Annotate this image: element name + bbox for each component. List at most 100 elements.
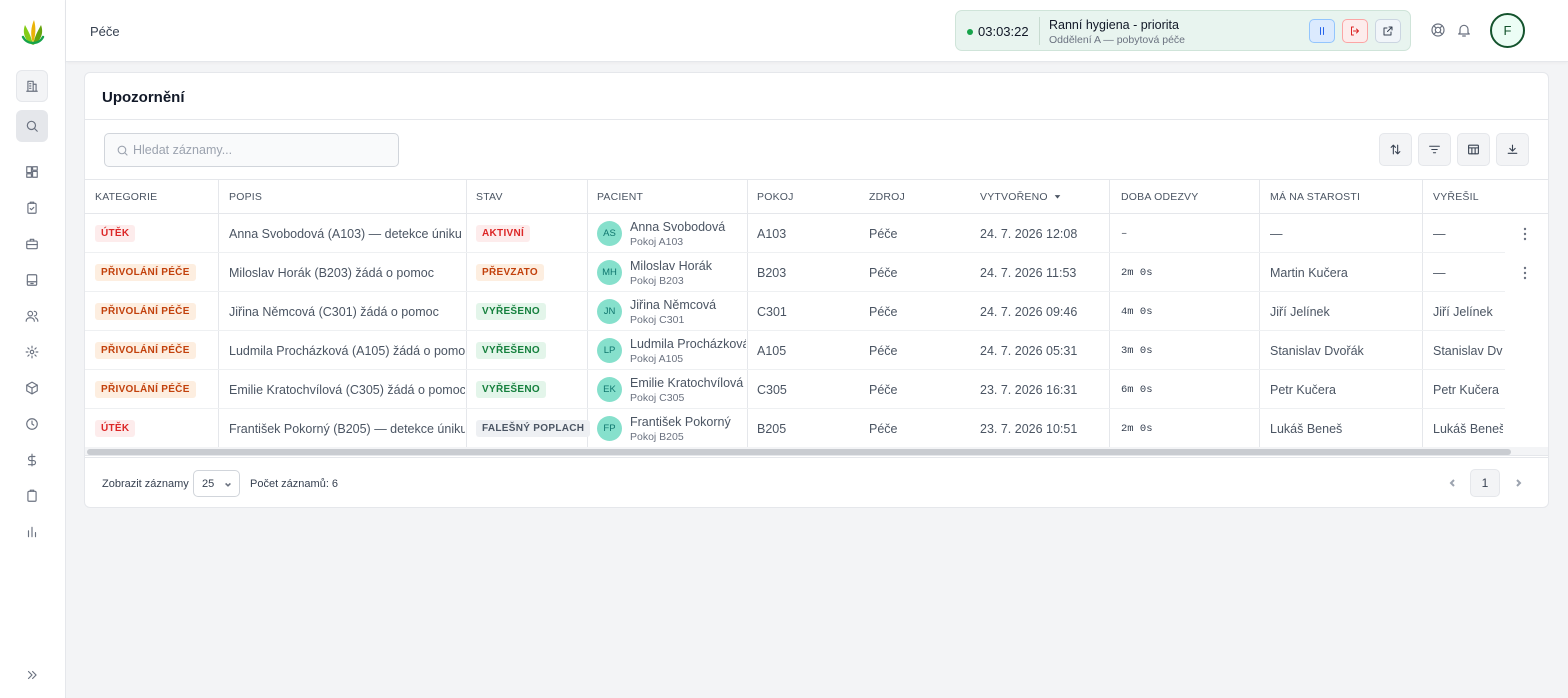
timer-time: 03:03:22: [978, 24, 1029, 39]
patient-avatar: AS: [597, 221, 622, 246]
col-vytvoreno-label: VYTVOŘENO: [980, 191, 1048, 203]
page-size-value: 25: [202, 478, 215, 490]
search-box[interactable]: [104, 133, 399, 167]
download-button[interactable]: [1496, 133, 1529, 166]
clock-icon[interactable]: [16, 408, 48, 440]
response-time: 4m 0s: [1121, 306, 1153, 318]
patient-avatar: FP: [597, 416, 622, 441]
col-zdroj[interactable]: ZDROJ: [869, 191, 905, 203]
page-size-select[interactable]: 25: [193, 470, 240, 497]
response-time: 3m 0s: [1121, 345, 1153, 357]
help-icon[interactable]: [1430, 22, 1448, 40]
sort-button[interactable]: [1379, 133, 1412, 166]
row-menu-icon[interactable]: [1519, 227, 1531, 243]
download-icon: [1507, 144, 1518, 154]
patient-avatar: MH: [597, 260, 622, 285]
breadcrumb[interactable]: Péče: [90, 24, 120, 39]
room: B203: [757, 266, 787, 280]
sidebar: [0, 0, 66, 698]
assignee: —: [1270, 227, 1283, 241]
status-badge: VYŘEŠENO: [476, 381, 546, 398]
search-icon[interactable]: [16, 110, 48, 142]
status-badge: FALEŠNÝ POPLACH: [476, 420, 591, 437]
clipboard-icon[interactable]: [16, 480, 48, 512]
col-vytvoreno[interactable]: VYTVOŘENO: [980, 191, 1061, 203]
created-at: 24. 7. 2026 11:53: [980, 266, 1077, 280]
external-link-icon: [1383, 26, 1393, 36]
table-row[interactable]: ÚTĚK Anna Svobodová (A103) — detekce únik…: [85, 214, 1505, 253]
prev-page-button[interactable]: [1448, 475, 1460, 489]
next-page-button[interactable]: [1513, 475, 1525, 489]
scrollbar-thumb[interactable]: [87, 449, 1511, 455]
category-badge: ÚTĚK: [95, 225, 136, 242]
building-icon[interactable]: [16, 70, 48, 102]
table-row[interactable]: PŘIVOLÁNÍ PÉČE Miloslav Horák (B203) žádá…: [85, 253, 1505, 292]
resolver: Stanislav Dvořák: [1433, 344, 1503, 358]
timer-separator: [1039, 17, 1040, 45]
filter-button[interactable]: [1418, 133, 1451, 166]
assignee: Petr Kučera: [1270, 383, 1337, 397]
col-ma-na-starosti[interactable]: MÁ NA STAROSTI: [1270, 191, 1360, 203]
gear-icon[interactable]: [16, 336, 48, 368]
category-badge: PŘIVOLÁNÍ PÉČE: [95, 342, 196, 359]
filter-icon: [1429, 145, 1440, 154]
table-row[interactable]: ÚTĚK František Pokorný (B205) — detekce ú…: [85, 409, 1505, 448]
table-row[interactable]: PŘIVOLÁNÍ PÉČE Jiřina Němcová (C301) žádá…: [85, 292, 1505, 331]
top-header: Péče 03:03:22 Ranní hygiena - priorita O…: [66, 0, 1568, 62]
patient-name[interactable]: František Pokorný: [630, 415, 746, 429]
col-kategorie[interactable]: KATEGORIE: [95, 191, 157, 203]
col-pokoj[interactable]: POKOJ: [757, 191, 794, 203]
active-task-timer[interactable]: 03:03:22 Ranní hygiena - priorita Odděle…: [955, 10, 1411, 51]
room: C305: [757, 383, 787, 397]
archive-icon[interactable]: [16, 264, 48, 296]
horizontal-scrollbar[interactable]: [85, 447, 1548, 456]
patient-name[interactable]: Emilie Kratochvílová: [630, 376, 746, 390]
row-menu-icon[interactable]: [1519, 266, 1531, 282]
assignee: Lukáš Beneš: [1270, 422, 1343, 436]
stop-task-button[interactable]: [1342, 19, 1368, 43]
user-avatar[interactable]: F: [1490, 13, 1525, 48]
room: A105: [757, 344, 787, 358]
dollar-icon[interactable]: [16, 444, 48, 476]
columns-button[interactable]: [1457, 133, 1490, 166]
search-input[interactable]: [133, 134, 393, 166]
col-doba-odezvy[interactable]: DOBA ODEZVY: [1121, 191, 1198, 203]
room: C301: [757, 305, 787, 319]
pause-button[interactable]: [1309, 19, 1335, 43]
table-row[interactable]: PŘIVOLÁNÍ PÉČE Ludmila Procházková (A105)…: [85, 331, 1505, 370]
col-pacient[interactable]: PACIENT: [597, 191, 643, 203]
dashboard-icon[interactable]: [16, 156, 48, 188]
bell-icon[interactable]: [1456, 22, 1474, 40]
users-icon[interactable]: [16, 300, 48, 332]
patient-avatar: LP: [597, 338, 622, 363]
patient-name[interactable]: Miloslav Horák: [630, 259, 746, 273]
current-page[interactable]: 1: [1470, 469, 1500, 497]
timer-task-subtitle: Oddělení A — pobytová péče: [1049, 34, 1186, 46]
assignee: Martin Kučera: [1270, 266, 1348, 280]
patient-name[interactable]: Anna Svobodová: [630, 220, 746, 234]
resolver: —: [1433, 227, 1446, 241]
expand-sidebar-icon[interactable]: [16, 659, 48, 691]
briefcase-icon[interactable]: [16, 228, 48, 260]
open-task-button[interactable]: [1375, 19, 1401, 43]
source: Péče: [869, 227, 898, 241]
col-vyresil[interactable]: VYŘEŠIL: [1433, 191, 1479, 203]
source: Péče: [869, 266, 898, 280]
patient-room: Pokoj A105: [630, 353, 684, 365]
chart-icon[interactable]: [16, 516, 48, 548]
timer-task-title: Ranní hygiena - priorita: [1049, 18, 1179, 32]
status-badge: VYŘEŠENO: [476, 342, 546, 359]
col-stav[interactable]: STAV: [476, 191, 503, 203]
record-count: Počet záznamů: 6: [250, 478, 339, 490]
col-popis[interactable]: POPIS: [229, 191, 262, 203]
pause-icon: [1320, 27, 1324, 35]
box-icon[interactable]: [16, 372, 48, 404]
created-at: 23. 7. 2026 16:31: [980, 383, 1078, 397]
source: Péče: [869, 422, 898, 436]
clipboard-check-icon[interactable]: [16, 192, 48, 224]
patient-name[interactable]: Jiřina Němcová: [630, 298, 746, 312]
created-at: 24. 7. 2026 12:08: [980, 227, 1078, 241]
patient-name[interactable]: Ludmila Procházková: [630, 337, 746, 351]
category-badge: ÚTĚK: [95, 420, 136, 437]
table-row[interactable]: PŘIVOLÁNÍ PÉČE Emilie Kratochvílová (C305…: [85, 370, 1505, 409]
